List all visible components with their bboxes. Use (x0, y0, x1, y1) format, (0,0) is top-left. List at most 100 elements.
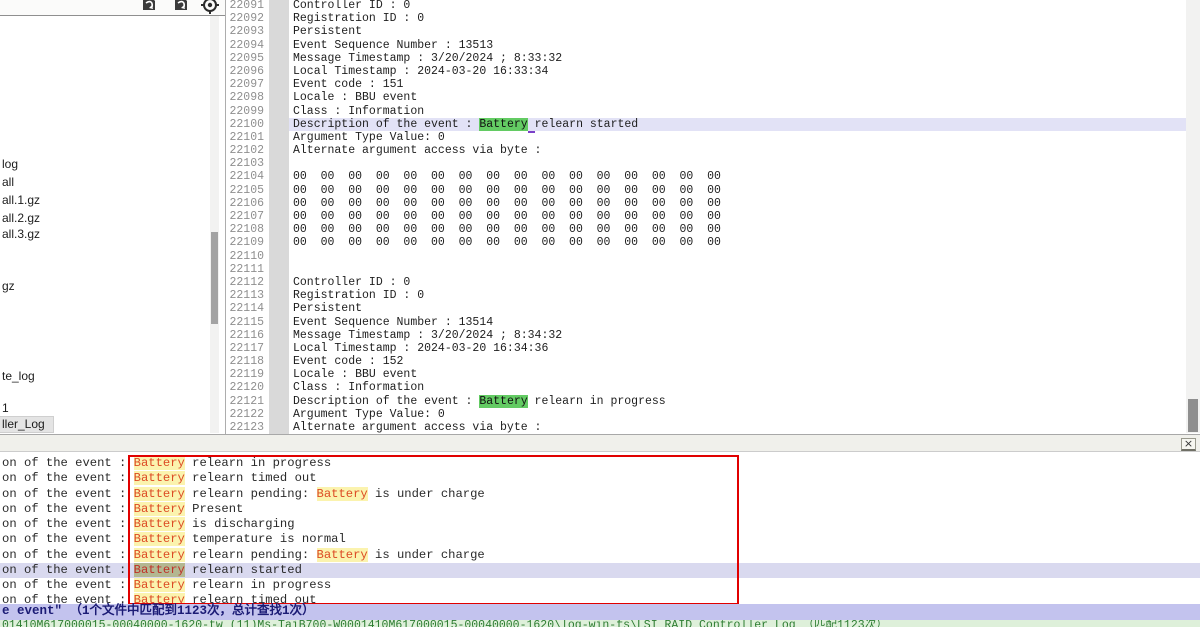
bookmark-margin[interactable] (269, 78, 289, 91)
export-all-icon[interactable] (171, 0, 193, 15)
bookmark-margin[interactable] (269, 91, 289, 104)
bookmark-margin[interactable] (269, 329, 289, 342)
file-item[interactable]: log (0, 157, 26, 172)
file-item[interactable]: all (0, 175, 22, 190)
editor-line[interactable]: 2210400 00 00 00 00 00 00 00 00 00 00 00… (226, 170, 1186, 183)
result-row[interactable]: on of the event : Battery relearn in pro… (0, 578, 1200, 593)
editor-line[interactable]: 22114Persistent (226, 302, 1186, 315)
editor-line[interactable]: 22111 (226, 263, 1186, 276)
bookmark-margin[interactable] (269, 25, 289, 38)
editor-line[interactable]: 2210900 00 00 00 00 00 00 00 00 00 00 00… (226, 236, 1186, 249)
line-number: 22108 (226, 223, 269, 236)
file-item[interactable]: all.1.gz (0, 193, 48, 208)
editor-line[interactable]: 22095Message Timestamp : 3/20/2024 ; 8:3… (226, 52, 1186, 65)
result-row[interactable]: on of the event : Battery relearn pendin… (0, 548, 1200, 563)
line-number: 22110 (226, 250, 269, 263)
editor-line[interactable]: 22122Argument Type Value: 0 (226, 408, 1186, 421)
bookmark-margin[interactable] (269, 408, 289, 421)
line-text: 00 00 00 00 00 00 00 00 00 00 00 00 00 0… (289, 184, 1186, 197)
file-item[interactable]: ller_Log (0, 417, 53, 432)
bookmark-margin[interactable] (269, 52, 289, 65)
file-item[interactable]: te_log (0, 369, 43, 384)
bookmark-margin[interactable] (269, 197, 289, 210)
file-list-scrollbar[interactable] (210, 16, 219, 433)
editor-line[interactable]: 22098Locale : BBU event (226, 91, 1186, 104)
editor-line[interactable]: 2210800 00 00 00 00 00 00 00 00 00 00 00… (226, 223, 1186, 236)
bookmark-margin[interactable] (269, 131, 289, 144)
result-row[interactable]: on of the event : Battery Present (0, 502, 1200, 517)
bookmark-margin[interactable] (269, 223, 289, 236)
bookmark-margin[interactable] (269, 12, 289, 25)
editor-line[interactable]: 2210700 00 00 00 00 00 00 00 00 00 00 00… (226, 210, 1186, 223)
editor-line[interactable]: 22100Description of the event : Battery … (226, 118, 1186, 131)
editor-scrollbar[interactable] (1186, 0, 1200, 433)
editor-scrollbar-thumb[interactable] (1188, 399, 1198, 432)
editor-line[interactable]: 22117Local Timestamp : 2024-03-20 16:34:… (226, 342, 1186, 355)
bookmark-margin[interactable] (269, 368, 289, 381)
editor-line[interactable]: 2210600 00 00 00 00 00 00 00 00 00 00 00… (226, 197, 1186, 210)
bookmark-margin[interactable] (269, 170, 289, 183)
editor-line[interactable]: 22118Event code : 152 (226, 355, 1186, 368)
editor-line[interactable]: 22094Event Sequence Number : 13513 (226, 39, 1186, 52)
result-row[interactable]: on of the event : Battery relearn starte… (0, 563, 1200, 578)
editor-line[interactable]: 22116Message Timestamp : 3/20/2024 ; 8:3… (226, 329, 1186, 342)
bookmark-margin[interactable] (269, 184, 289, 197)
editor-line[interactable]: 22093Persistent (226, 25, 1186, 38)
close-icon[interactable]: × (1181, 438, 1196, 451)
export-log-icon[interactable] (139, 0, 161, 15)
result-row[interactable]: on of the event : Battery relearn timed … (0, 471, 1200, 486)
bookmark-margin[interactable] (269, 250, 289, 263)
editor-line[interactable]: 22097Event code : 151 (226, 78, 1186, 91)
bookmark-margin[interactable] (269, 342, 289, 355)
editor-line[interactable]: 22112Controller ID : 0 (226, 276, 1186, 289)
editor-line[interactable]: 22102Alternate argument access via byte … (226, 144, 1186, 157)
editor-line[interactable]: 22103 (226, 157, 1186, 170)
line-text (289, 250, 1186, 263)
bookmark-margin[interactable] (269, 276, 289, 289)
locate-icon[interactable] (200, 0, 222, 15)
editor-line[interactable]: 2210500 00 00 00 00 00 00 00 00 00 00 00… (226, 184, 1186, 197)
bookmark-margin[interactable] (269, 144, 289, 157)
file-item[interactable]: all.3.gz (0, 227, 48, 242)
result-row[interactable]: on of the event : Battery temperature is… (0, 532, 1200, 547)
editor-line[interactable]: 22121Description of the event : Battery … (226, 395, 1186, 408)
bookmark-margin[interactable] (269, 0, 289, 12)
bookmark-margin[interactable] (269, 39, 289, 52)
editor-line[interactable]: 22099Class : Information (226, 105, 1186, 118)
file-item[interactable]: 1 (0, 401, 17, 416)
editor-line[interactable]: 22096Local Timestamp : 2024-03-20 16:33:… (226, 65, 1186, 78)
editor-line[interactable]: 22110 (226, 250, 1186, 263)
bookmark-margin[interactable] (269, 395, 289, 408)
file-item[interactable]: all.2.gz (0, 211, 48, 226)
result-row[interactable]: on of the event : Battery relearn in pro… (0, 456, 1200, 471)
bookmark-margin[interactable] (269, 263, 289, 276)
bookmark-margin[interactable] (269, 355, 289, 368)
bookmark-margin[interactable] (269, 316, 289, 329)
bookmark-margin[interactable] (269, 381, 289, 394)
bookmark-margin[interactable] (269, 210, 289, 223)
result-row[interactable]: on of the event : Battery is discharging (0, 517, 1200, 532)
bookmark-margin[interactable] (269, 421, 289, 434)
editor-line[interactable]: 22115Event Sequence Number : 13514 (226, 316, 1186, 329)
bookmark-margin[interactable] (269, 302, 289, 315)
log-editor[interactable]: 22091Controller ID : 022092Registration … (226, 0, 1186, 434)
editor-line[interactable]: 22101Argument Type Value: 0 (226, 131, 1186, 144)
bookmark-margin[interactable] (269, 289, 289, 302)
line-text: Alternate argument access via byte : (289, 144, 1186, 157)
editor-line[interactable]: 22092Registration ID : 0 (226, 12, 1186, 25)
editor-line[interactable]: 22119Locale : BBU event (226, 368, 1186, 381)
result-row[interactable]: on of the event : Battery relearn pendin… (0, 487, 1200, 502)
file-list-scrollbar-thumb[interactable] (211, 232, 218, 324)
bookmark-margin[interactable] (269, 157, 289, 170)
editor-line[interactable]: 22123Alternate argument access via byte … (226, 421, 1186, 434)
editor-line[interactable]: 22113Registration ID : 0 (226, 289, 1186, 302)
results-summary[interactable]: e event" （1个文件中匹配到1123次，总计查找1次） (0, 604, 1200, 620)
editor-line[interactable]: 22120Class : Information (226, 381, 1186, 394)
file-item[interactable]: gz (0, 279, 23, 294)
bookmark-margin[interactable] (269, 65, 289, 78)
editor-line[interactable]: 22091Controller ID : 0 (226, 0, 1186, 12)
results-file-line[interactable]: 01410M617000015-00040000-1620-tw (11)Ms-… (0, 620, 1200, 627)
bookmark-margin[interactable] (269, 236, 289, 249)
bookmark-margin[interactable] (269, 105, 289, 118)
bookmark-margin[interactable] (269, 118, 289, 131)
